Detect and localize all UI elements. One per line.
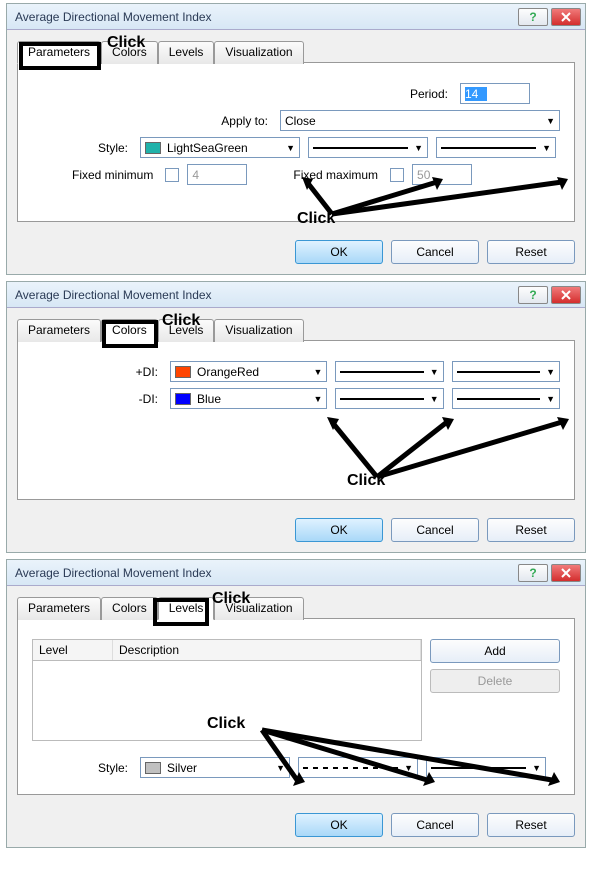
chevron-down-icon: ▼ <box>546 116 555 126</box>
chevron-down-icon: ▼ <box>414 143 423 153</box>
chevron-down-icon: ▼ <box>542 143 551 153</box>
plus-di-value: OrangeRed <box>197 365 259 379</box>
chevron-down-icon: ▼ <box>430 367 439 377</box>
delete-button: Delete <box>430 669 560 693</box>
annotation-click: Click <box>297 210 335 228</box>
help-button[interactable]: ? <box>518 8 548 26</box>
level-style-line-select[interactable]: ▼ <box>298 757 418 778</box>
line-preview-icon <box>340 371 423 373</box>
chevron-down-icon: ▼ <box>314 367 323 377</box>
annotation-click: Click <box>162 312 200 330</box>
tab-colors[interactable]: Colors <box>101 319 158 342</box>
tab-parameters[interactable]: Parameters <box>17 597 101 620</box>
help-button[interactable]: ? <box>518 564 548 582</box>
line-preview-icon <box>313 147 408 149</box>
tab-levels[interactable]: Levels <box>158 41 215 64</box>
chevron-down-icon: ▼ <box>404 763 413 773</box>
dialog-title: Average Directional Movement Index <box>15 566 212 580</box>
col-level: Level <box>33 640 113 660</box>
minus-di-value: Blue <box>197 392 221 406</box>
chevron-down-icon: ▼ <box>546 394 555 404</box>
dialog-title: Average Directional Movement Index <box>15 10 212 24</box>
chevron-down-icon: ▼ <box>286 143 295 153</box>
style-label: Style: <box>32 761 132 775</box>
period-input[interactable] <box>460 83 530 104</box>
color-swatch <box>145 762 161 774</box>
line-preview-icon <box>340 398 423 400</box>
tab-parameters[interactable]: Parameters <box>17 41 101 64</box>
minus-di-label: -DI: <box>32 392 162 406</box>
chevron-down-icon: ▼ <box>546 367 555 377</box>
minus-di-width-select[interactable]: ▼ <box>452 388 560 409</box>
period-label: Period: <box>410 87 452 101</box>
minus-di-line-select[interactable]: ▼ <box>335 388 443 409</box>
annotation-click: Click <box>207 715 245 733</box>
minus-di-color-select[interactable]: Blue ▼ <box>170 388 327 409</box>
chevron-down-icon: ▼ <box>430 394 439 404</box>
line-preview-icon <box>441 147 536 149</box>
reset-button[interactable]: Reset <box>487 518 575 542</box>
apply-to-select[interactable]: Close ▼ <box>280 110 560 131</box>
annotation-click: Click <box>107 34 145 52</box>
chevron-down-icon: ▼ <box>532 763 541 773</box>
fixed-max-label: Fixed maximum <box>293 168 382 182</box>
apply-to-label: Apply to: <box>221 114 272 128</box>
ok-button[interactable]: OK <box>295 813 383 837</box>
plus-di-line-select[interactable]: ▼ <box>335 361 443 382</box>
apply-to-value: Close <box>285 114 316 128</box>
level-style-width-select[interactable]: ▼ <box>426 757 546 778</box>
color-swatch <box>175 366 191 378</box>
close-button[interactable] <box>551 286 581 304</box>
fixed-max-checkbox[interactable] <box>390 168 404 182</box>
col-description: Description <box>113 640 421 660</box>
close-button[interactable] <box>551 564 581 582</box>
cancel-button[interactable]: Cancel <box>391 518 479 542</box>
plus-di-color-select[interactable]: OrangeRed ▼ <box>170 361 327 382</box>
plus-di-label: +DI: <box>32 365 162 379</box>
line-preview-icon <box>457 371 540 373</box>
chevron-down-icon: ▼ <box>314 394 323 404</box>
tab-visualization[interactable]: Visualization <box>214 41 303 64</box>
levels-list-header: Level Description <box>32 639 422 661</box>
add-button[interactable]: Add <box>430 639 560 663</box>
line-preview-icon <box>431 767 526 769</box>
ok-button[interactable]: OK <box>295 240 383 264</box>
cancel-button[interactable]: Cancel <box>391 813 479 837</box>
style-color-value: LightSeaGreen <box>167 141 248 155</box>
help-button[interactable]: ? <box>518 286 548 304</box>
tab-visualization[interactable]: Visualization <box>214 319 303 342</box>
titlebar[interactable]: Average Directional Movement Index ? <box>7 282 585 308</box>
plus-di-width-select[interactable]: ▼ <box>452 361 560 382</box>
tab-colors[interactable]: Colors <box>101 597 158 620</box>
fixed-min-label: Fixed minimum <box>72 168 157 182</box>
reset-button[interactable]: Reset <box>487 813 575 837</box>
style-label: Style: <box>32 141 132 155</box>
reset-button[interactable]: Reset <box>487 240 575 264</box>
level-style-color-select[interactable]: Silver ▼ <box>140 757 290 778</box>
close-button[interactable] <box>551 8 581 26</box>
level-style-value: Silver <box>167 761 197 775</box>
dialog-title: Average Directional Movement Index <box>15 288 212 302</box>
line-preview-icon <box>457 398 540 400</box>
style-line-select[interactable]: ▼ <box>308 137 428 158</box>
titlebar[interactable]: Average Directional Movement Index ? <box>7 560 585 586</box>
titlebar[interactable]: Average Directional Movement Index ? <box>7 4 585 30</box>
line-preview-icon <box>303 767 398 769</box>
cancel-button[interactable]: Cancel <box>391 240 479 264</box>
tab-parameters[interactable]: Parameters <box>17 319 101 342</box>
chevron-down-icon: ▼ <box>276 763 285 773</box>
style-width-select[interactable]: ▼ <box>436 137 556 158</box>
fixed-min-input[interactable] <box>187 164 247 185</box>
style-color-select[interactable]: LightSeaGreen ▼ <box>140 137 300 158</box>
ok-button[interactable]: OK <box>295 518 383 542</box>
fixed-min-checkbox[interactable] <box>165 168 179 182</box>
tab-levels[interactable]: Levels <box>158 597 215 620</box>
color-swatch <box>145 142 161 154</box>
annotation-click: Click <box>347 472 385 490</box>
color-swatch <box>175 393 191 405</box>
fixed-max-input[interactable] <box>412 164 472 185</box>
annotation-click: Click <box>212 590 250 608</box>
